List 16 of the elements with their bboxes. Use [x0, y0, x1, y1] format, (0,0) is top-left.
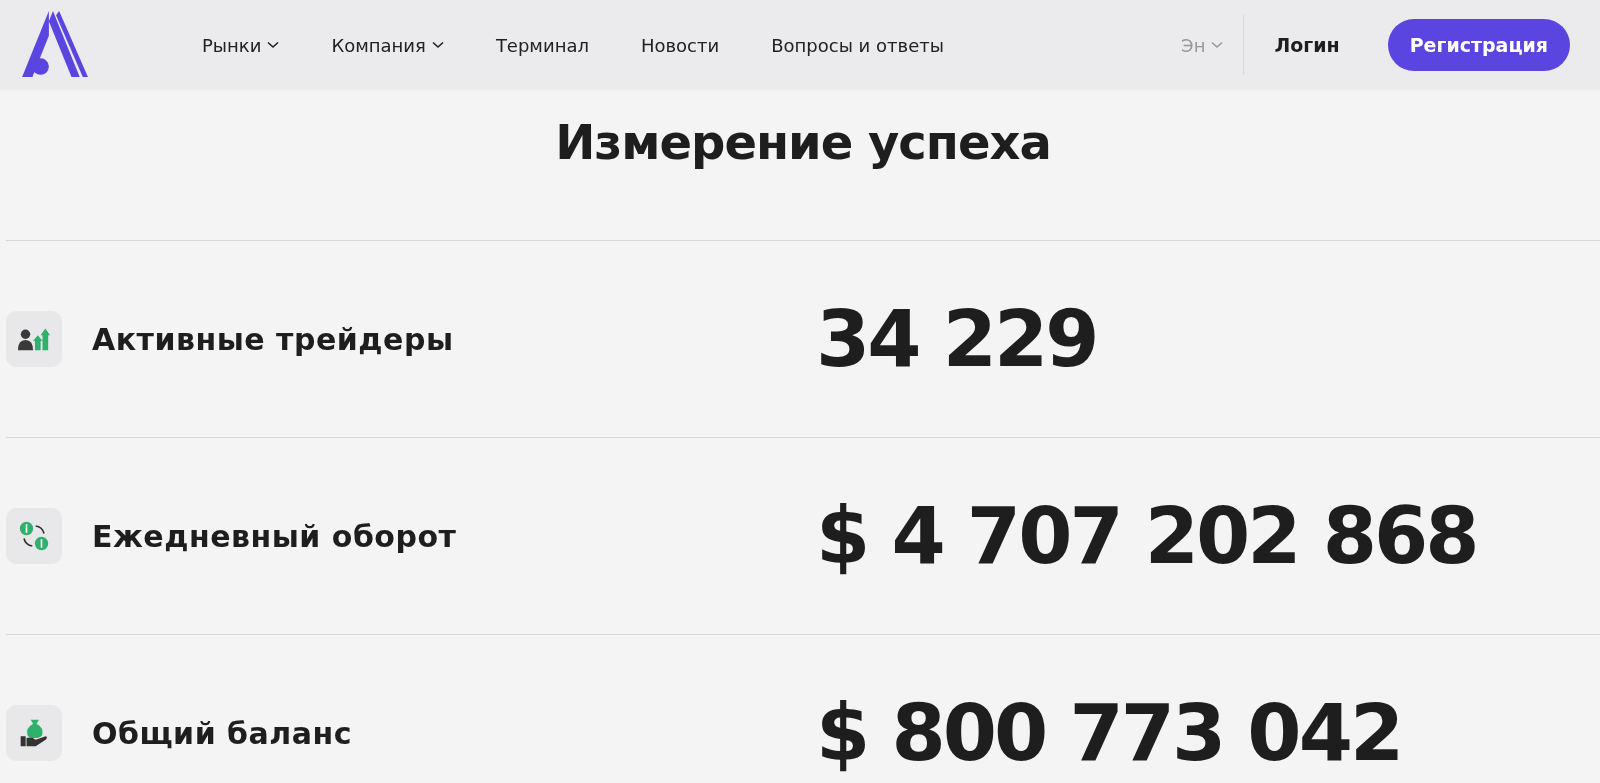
nav-link[interactable]: Рынки: [202, 34, 280, 56]
stat-value: $ 4 707 202 868: [816, 491, 1477, 581]
nav-link[interactable]: Вопросы и ответы: [771, 34, 944, 56]
chevron-icon: [1211, 41, 1224, 49]
stat-label: Ежедневный оборот: [92, 518, 458, 554]
section-title: Измерение успеха: [6, 90, 1600, 241]
stat-label: Активные трейдеры: [92, 321, 455, 357]
stat-value: 34 229: [816, 294, 1097, 384]
register-button[interactable]: Регистрация: [1387, 19, 1570, 71]
nav-link[interactable]: Терминал: [495, 34, 589, 56]
login-link[interactable]: Логин: [1274, 34, 1340, 56]
stat-label: Общий баланс: [92, 715, 354, 751]
nav-link[interactable]: Новости: [640, 34, 720, 56]
nav-link[interactable]: Компания: [331, 34, 444, 56]
stat-value: $ 800 773 042: [816, 688, 1402, 778]
coin-exchange-icon: [17, 521, 51, 551]
